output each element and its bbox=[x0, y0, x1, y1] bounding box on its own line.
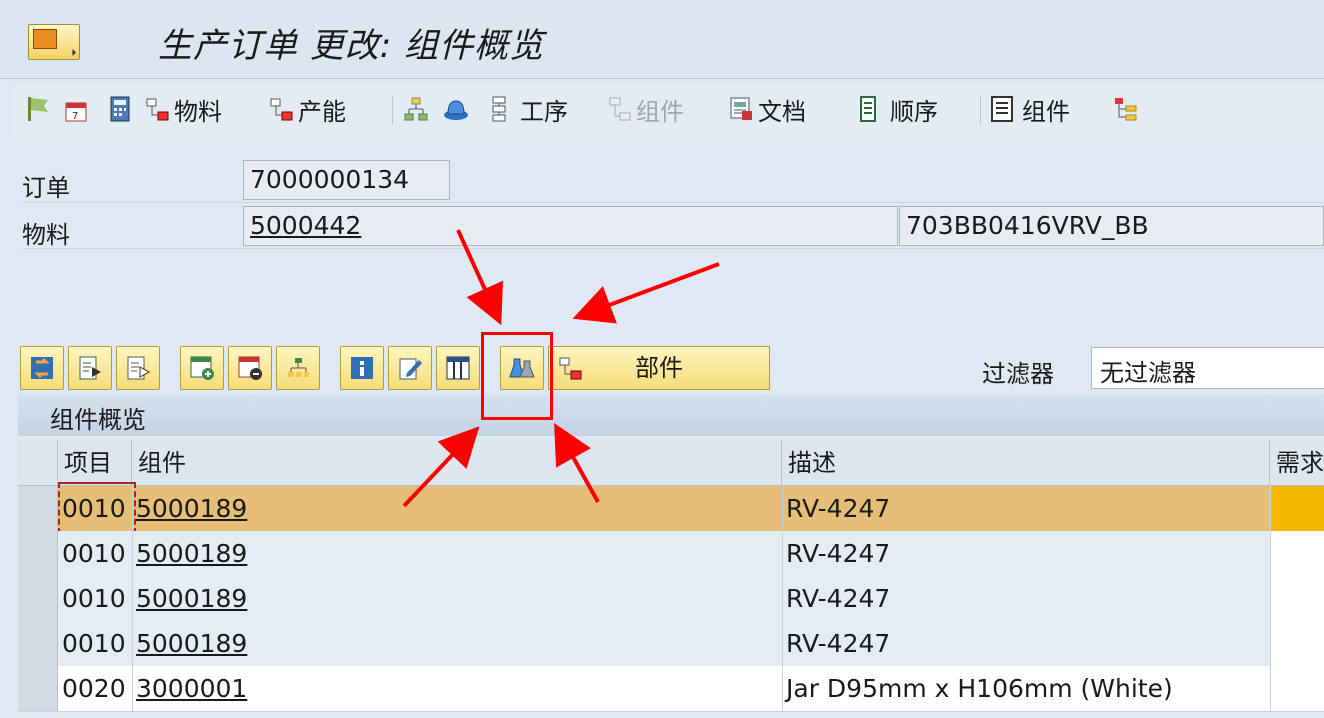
annotation-arrows bbox=[402, 229, 720, 508]
